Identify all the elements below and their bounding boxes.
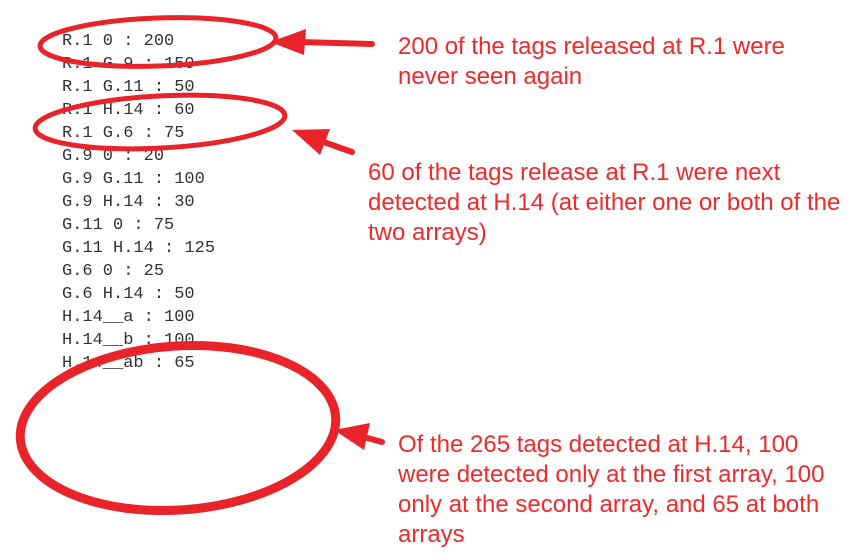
annotation-note-3: Of the 265 tags detected at H.14, 100 we…: [398, 431, 825, 548]
listing-line: R.1 0 : 200: [62, 32, 175, 51]
listing-line: H.14__ab : 65: [62, 354, 195, 373]
tag-count-listing: R.1 0 : 200 R.1 G.9 : 150 R.1 G.11 : 50 …: [62, 30, 362, 375]
listing-line: H.14__a : 100: [62, 308, 195, 327]
listing-line: G.9 G.11 : 100: [62, 170, 205, 189]
listing-line: H.14__b : 100: [62, 331, 195, 350]
listing-line: R.1 G.9 : 150: [62, 55, 195, 74]
listing-line: G.9 H.14 : 30: [62, 193, 195, 212]
arrow-3-shaft: [357, 433, 385, 445]
annotation-note-2: 60 of the tags release at R.1 were next …: [368, 159, 841, 246]
listing-line: G.6 H.14 : 50: [62, 285, 195, 304]
listing-line: G.9 0 : 20: [62, 147, 165, 166]
listing-line: R.1 G.11 : 50: [62, 78, 195, 97]
arrow-3-head: [334, 423, 370, 450]
annotation-note-1: 200 of the tags released at R.1 were nev…: [398, 33, 785, 90]
listing-line: R.1 H.14 : 60: [62, 101, 195, 120]
listing-line: G.11 H.14 : 125: [62, 239, 216, 258]
listing-line: G.6 0 : 25: [62, 262, 165, 281]
listing-line: R.1 G.6 : 75: [62, 124, 185, 143]
listing-line: G.11 0 : 75: [62, 216, 175, 235]
